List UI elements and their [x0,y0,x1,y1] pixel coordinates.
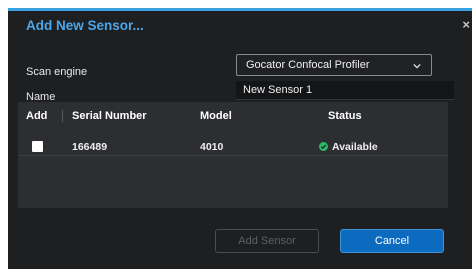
chevron-down-icon [413,63,421,69]
model-cell: 4010 [200,141,224,153]
column-header-model: Model [200,110,232,122]
add-sensor-button[interactable]: Add Sensor [215,229,319,253]
name-field[interactable]: New Sensor 1 [236,81,454,100]
column-header-add: Add [26,110,48,122]
close-icon[interactable]: × [462,17,470,32]
dialog-title: Add New Sensor... [26,18,144,33]
scan-engine-select[interactable]: Gocator Confocal Profiler [236,54,432,76]
serial-number-cell: 166489 [72,141,108,153]
cancel-button[interactable]: Cancel [340,229,444,253]
column-header-serial-number: Serial Number [72,110,147,122]
column-divider [62,110,63,122]
status-cell: Available [332,141,378,153]
check-circle-icon [319,142,328,151]
scan-engine-label: Scan engine [26,66,88,78]
row-divider [18,155,448,156]
add-checkbox[interactable] [32,141,43,152]
column-header-status: Status [328,110,362,122]
scan-engine-value: Gocator Confocal Profiler [246,59,370,71]
